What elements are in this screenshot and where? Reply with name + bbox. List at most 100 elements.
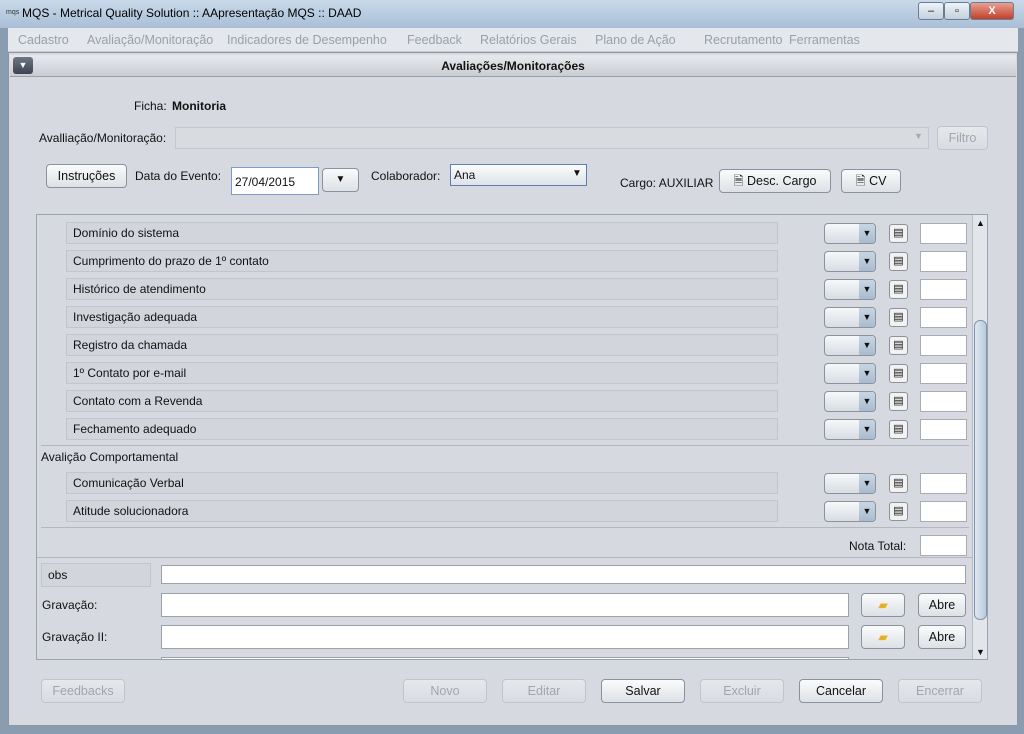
note-icon[interactable]: ▤	[889, 252, 908, 271]
gravacao-label: Gravação:	[42, 598, 98, 612]
data-evento-label: Data do Evento:	[135, 169, 222, 183]
cargo-label: Cargo: AUXILIAR	[620, 176, 714, 190]
feedbacks-button[interactable]: Feedbacks	[41, 679, 125, 703]
score-select[interactable]: ▼	[824, 335, 876, 356]
data-evento-input[interactable]: 27/04/2015	[231, 167, 319, 195]
frame-title: Avaliações/Monitorações	[10, 55, 1016, 77]
score-input[interactable]	[920, 473, 967, 494]
avaliacao-select[interactable]	[175, 127, 929, 149]
folder-icon[interactable]: ▰	[861, 593, 905, 617]
criterion-label: Contato com a Revenda	[66, 390, 778, 412]
score-input[interactable]	[920, 391, 967, 412]
note-icon[interactable]: ▤	[889, 420, 908, 439]
close-button[interactable]: X	[970, 2, 1014, 20]
avaliacao-label: Avalliação/Monitoração:	[39, 131, 167, 145]
note-icon[interactable]: ▤	[889, 502, 908, 521]
ficha-value: Monitoria	[172, 99, 226, 113]
score-select[interactable]: ▼	[824, 251, 876, 272]
window-title: MQS - Metrical Quality Solution :: AApre…	[22, 6, 362, 20]
encerrar-button[interactable]: Encerrar	[898, 679, 982, 703]
note-icon[interactable]: ▤	[889, 474, 908, 493]
scroll-down-icon[interactable]: ▼	[973, 647, 987, 657]
maximize-button[interactable]: ▫	[944, 2, 970, 20]
gravacao-input[interactable]	[161, 593, 849, 617]
abre2-button[interactable]: Abre	[918, 625, 966, 649]
ficha-label: Ficha:	[134, 99, 167, 113]
score-input[interactable]	[920, 335, 967, 356]
collapse-icon[interactable]: ▼	[13, 57, 33, 74]
scrollbar-thumb[interactable]	[974, 320, 987, 620]
gravacao2-input[interactable]	[161, 625, 849, 649]
instrucoes-button[interactable]: Instruções	[46, 164, 127, 188]
criteria-scroll-panel: Domínio do sistema ▼ ▤ Cumprimento do pr…	[36, 214, 988, 660]
chevron-down-icon: ▼	[914, 131, 923, 141]
document-icon: 🗎	[733, 174, 744, 188]
gravacao3-input[interactable]	[161, 657, 849, 659]
nota-total-label: Nota Total:	[849, 539, 907, 553]
score-select[interactable]: ▼	[824, 307, 876, 328]
editar-button[interactable]: Editar	[502, 679, 586, 703]
section-title: Avalição Comportamental	[41, 450, 179, 464]
menu-relatorios[interactable]: Relatórios Gerais	[480, 33, 577, 47]
menu-bar: Cadastro Avaliação/Monitoração Indicador…	[8, 28, 1018, 52]
score-select[interactable]: ▼	[824, 419, 876, 440]
divider	[41, 445, 969, 446]
score-input[interactable]	[920, 501, 967, 522]
menu-avaliacao[interactable]: Avaliação/Monitoração	[87, 33, 213, 47]
score-input[interactable]	[920, 223, 967, 244]
cv-label: CV	[869, 174, 887, 188]
score-input[interactable]	[920, 363, 967, 384]
note-icon[interactable]: ▤	[889, 308, 908, 327]
score-input[interactable]	[920, 279, 967, 300]
gravacao2-label: Gravação II:	[42, 630, 108, 644]
chevron-down-icon: ▼	[859, 502, 875, 521]
nota-total-input[interactable]	[920, 535, 967, 556]
criterion-label: Investigação adequada	[66, 306, 778, 328]
chevron-down-icon: ▼	[859, 280, 875, 299]
app-icon: mqs	[6, 9, 20, 16]
desc-cargo-label: Desc. Cargo	[747, 174, 817, 188]
divider	[41, 527, 969, 528]
score-input[interactable]	[920, 251, 967, 272]
chevron-down-icon: ▼	[859, 336, 875, 355]
cancelar-button[interactable]: Cancelar	[799, 679, 883, 703]
chevron-down-icon: ▼	[859, 364, 875, 383]
novo-button[interactable]: Novo	[403, 679, 487, 703]
cv-button[interactable]: 🗎 CV	[841, 169, 901, 193]
score-select[interactable]: ▼	[824, 391, 876, 412]
menu-recrutamento[interactable]: Recrutamento	[704, 33, 783, 47]
score-select[interactable]: ▼	[824, 473, 876, 494]
note-icon[interactable]: ▤	[889, 280, 908, 299]
colaborador-label: Colaborador:	[371, 169, 441, 183]
date-picker-button[interactable]: ▼	[322, 168, 359, 192]
menu-cadastro[interactable]: Cadastro	[18, 33, 69, 47]
score-select[interactable]: ▼	[824, 223, 876, 244]
criterion-label: Histórico de atendimento	[66, 278, 778, 300]
note-icon[interactable]: ▤	[889, 224, 908, 243]
filtro-button[interactable]: Filtro	[937, 126, 988, 150]
folder-icon[interactable]: ▰	[861, 625, 905, 649]
criterion-label: Registro da chamada	[66, 334, 778, 356]
menu-ferramentas[interactable]: Ferramentas	[789, 33, 860, 47]
score-input[interactable]	[920, 419, 967, 440]
note-icon[interactable]: ▤	[889, 392, 908, 411]
note-icon[interactable]: ▤	[889, 336, 908, 355]
score-select[interactable]: ▼	[824, 501, 876, 522]
menu-indicadores[interactable]: Indicadores de Desempenho	[227, 33, 387, 47]
score-select[interactable]: ▼	[824, 279, 876, 300]
menu-plano-acao[interactable]: Plano de Ação	[595, 33, 676, 47]
desc-cargo-button[interactable]: 🗎 Desc. Cargo	[719, 169, 831, 193]
criterion-label: Domínio do sistema	[66, 222, 778, 244]
score-input[interactable]	[920, 307, 967, 328]
obs-input[interactable]	[161, 565, 966, 584]
note-icon[interactable]: ▤	[889, 364, 908, 383]
criterion-label: Fechamento adequado	[66, 418, 778, 440]
excluir-button[interactable]: Excluir	[700, 679, 784, 703]
abre-button[interactable]: Abre	[918, 593, 966, 617]
menu-feedback[interactable]: Feedback	[407, 33, 462, 47]
salvar-button[interactable]: Salvar	[601, 679, 685, 703]
score-select[interactable]: ▼	[824, 363, 876, 384]
minimize-button[interactable]: ‒	[918, 2, 944, 20]
scroll-up-icon[interactable]: ▲	[973, 215, 987, 228]
colaborador-select[interactable]: Ana	[450, 164, 587, 186]
